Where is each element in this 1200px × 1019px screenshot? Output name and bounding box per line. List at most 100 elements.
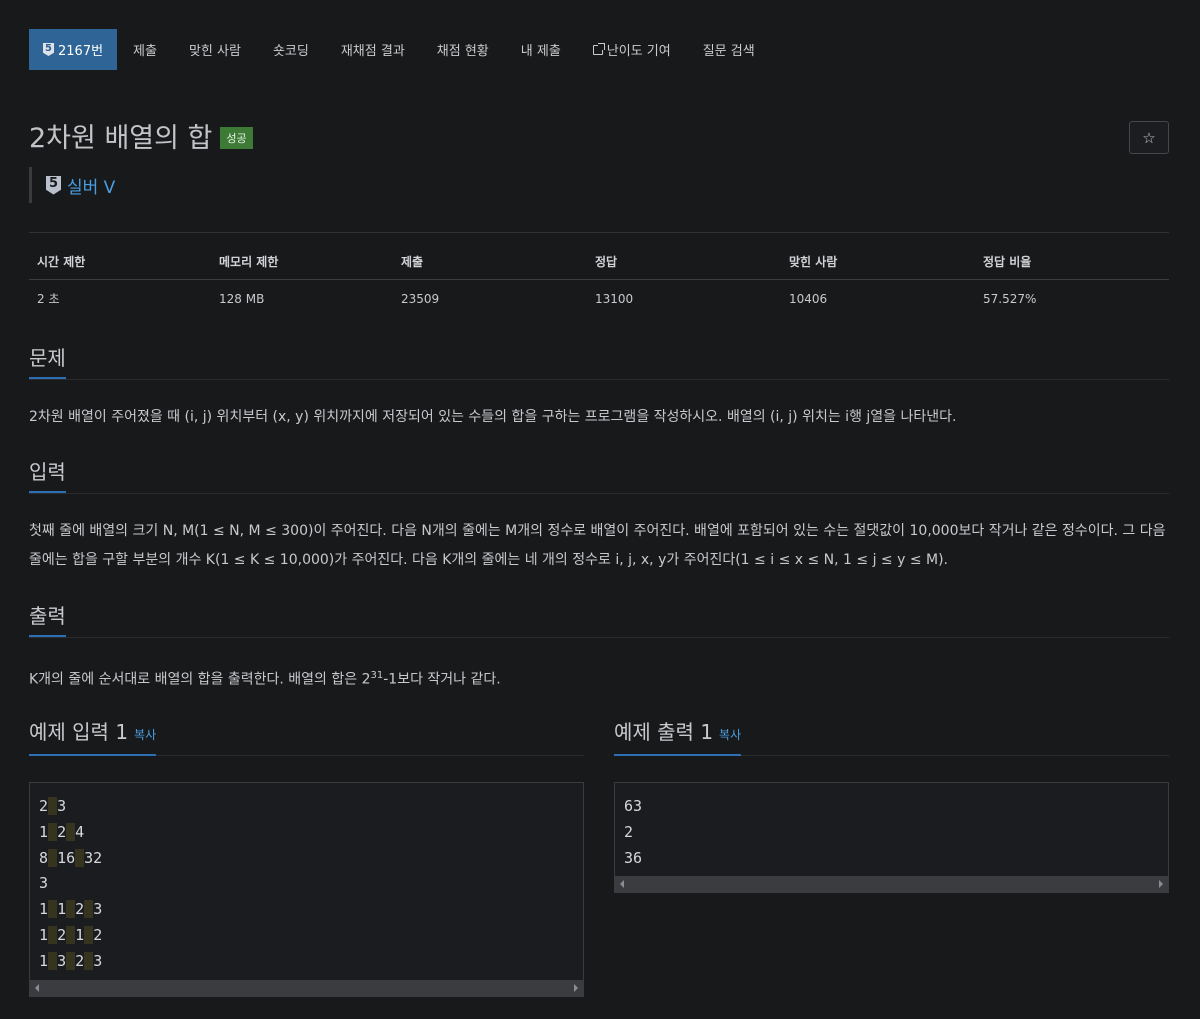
whitespace-marker bbox=[48, 848, 58, 867]
submissions-value: 23509 bbox=[401, 291, 440, 306]
code-token: 1 bbox=[75, 925, 85, 944]
tier-link[interactable]: 실버 V bbox=[67, 173, 115, 198]
star-button[interactable]: ☆ bbox=[1129, 121, 1169, 154]
table-row: 2 초 128 MB 23509 13100 10406 57.527% bbox=[29, 280, 1169, 308]
sample-output-lines: 63 2 36 bbox=[615, 783, 1168, 876]
accepted-value: 13100 bbox=[595, 291, 634, 306]
whitespace-marker bbox=[48, 822, 58, 841]
section-input: 입력 첫째 줄에 배열의 크기 N, M(1 ≤ N, M ≤ 300)이 주어… bbox=[29, 459, 1169, 575]
sample-output-title: 예제 출력 1 bbox=[614, 720, 714, 744]
accept-ratio-value: 57.527% bbox=[983, 291, 1037, 306]
sample-input-lines: 2 31 2 48 16 32 3 1 1 2 31 2 1 21 3 2 3 bbox=[30, 783, 583, 980]
sample-input-panel: 예제 입력 1 복사 2 31 2 48 16 32 3 1 1 2 31 2 1 2… bbox=[29, 719, 584, 997]
sample-input-head: 예제 입력 1 복사 bbox=[29, 719, 584, 756]
sample-input-title: 예제 입력 1 bbox=[29, 720, 129, 744]
code-token: 63 bbox=[624, 797, 643, 815]
code-token: 36 bbox=[624, 848, 643, 867]
code-line: 2 3 bbox=[39, 794, 574, 820]
code-token: 1 bbox=[57, 900, 67, 919]
problem-page: 5 2167번 제출 맞힌 사람 숏코딩 재채점 결과 채점 현황 내 제출 난… bbox=[29, 29, 1169, 997]
code-token: 8 bbox=[39, 848, 49, 867]
tab-rejudge-results[interactable]: 재채점 결과 bbox=[325, 29, 421, 70]
tab-judge-status[interactable]: 채점 현황 bbox=[421, 29, 505, 70]
tab-question-search[interactable]: 질문 검색 bbox=[687, 29, 771, 70]
tab-my-submissions[interactable]: 내 제출 bbox=[505, 29, 577, 70]
divider bbox=[29, 232, 1169, 233]
tier-row: 5 실버 V bbox=[29, 167, 1169, 203]
time-limit-value: 2 초 bbox=[37, 292, 60, 306]
tier-silver-icon: 5 bbox=[43, 43, 54, 56]
sample-input-heading: 예제 입력 1 복사 bbox=[29, 719, 157, 756]
tier-silver-icon: 5 bbox=[46, 175, 61, 195]
whitespace-marker bbox=[75, 848, 85, 867]
section-output-heading: 출력 bbox=[29, 603, 66, 637]
copy-output-button[interactable]: 복사 bbox=[719, 728, 741, 742]
code-line: 8 16 32 bbox=[39, 846, 574, 872]
header-time-limit: 시간 제한 bbox=[29, 251, 211, 280]
code-token: 3 bbox=[39, 874, 49, 893]
copy-input-button[interactable]: 복사 bbox=[134, 728, 156, 742]
scroll-left-icon[interactable] bbox=[620, 880, 624, 889]
header-accept-ratio: 정답 비율 bbox=[975, 251, 1169, 280]
scroll-right-icon[interactable] bbox=[1159, 880, 1163, 889]
code-line: 1 3 2 3 bbox=[39, 949, 574, 975]
section-description: 문제 2차원 배열이 주어졌을 때 (i, j) 위치부터 (x, y) 위치까… bbox=[29, 345, 1169, 432]
sample-input-code[interactable]: 2 31 2 48 16 32 3 1 1 2 31 2 1 21 3 2 3 bbox=[29, 782, 584, 997]
output-text-rest: -1보다 작거나 같다. bbox=[383, 671, 501, 688]
tab-solvers[interactable]: 맞힌 사람 bbox=[173, 29, 257, 70]
whitespace-marker bbox=[84, 925, 94, 944]
whitespace-marker bbox=[84, 951, 94, 970]
horizontal-scrollbar[interactable] bbox=[30, 979, 583, 996]
whitespace-marker bbox=[66, 951, 76, 970]
whitespace-marker bbox=[48, 925, 58, 944]
tab-problem-label: 2167번 bbox=[58, 44, 104, 59]
tab-submit[interactable]: 제출 bbox=[117, 29, 173, 70]
problem-nav: 5 2167번 제출 맞힌 사람 숏코딩 재채점 결과 채점 현황 내 제출 난… bbox=[29, 29, 1169, 70]
output-text-main: K개의 줄에 순서대로 배열의 합을 출력한다. 배열의 합은 2 bbox=[29, 671, 371, 688]
code-token: 3 bbox=[93, 951, 103, 970]
header-solvers: 맞힌 사람 bbox=[781, 251, 975, 280]
code-token: 1 bbox=[39, 951, 49, 970]
code-token: 3 bbox=[57, 951, 67, 970]
page-title: 2차원 배열의 합 bbox=[29, 122, 213, 154]
whitespace-marker bbox=[48, 797, 58, 815]
star-icon: ☆ bbox=[1142, 128, 1156, 147]
scroll-left-icon[interactable] bbox=[35, 983, 39, 992]
whitespace-marker bbox=[48, 951, 58, 970]
section-description-head: 문제 bbox=[29, 345, 1169, 380]
code-token: 2 bbox=[75, 900, 85, 919]
tab-problem[interactable]: 5 2167번 bbox=[29, 29, 118, 70]
section-input-head: 입력 bbox=[29, 459, 1169, 494]
description-text: 2차원 배열이 주어졌을 때 (i, j) 위치부터 (x, y) 위치까지에 … bbox=[29, 409, 957, 425]
code-token: 3 bbox=[93, 900, 103, 919]
whitespace-marker bbox=[66, 900, 76, 919]
sample-output-panel: 예제 출력 1 복사 63 2 36 bbox=[614, 719, 1169, 894]
code-line: 2 bbox=[624, 820, 1159, 846]
table-header-row: 시간 제한 메모리 제한 제출 정답 맞힌 사람 정답 비율 bbox=[29, 251, 1169, 280]
code-token: 32 bbox=[84, 848, 103, 867]
horizontal-scrollbar[interactable] bbox=[615, 876, 1168, 893]
external-link-icon bbox=[592, 42, 605, 55]
code-line: 1 2 4 bbox=[39, 820, 574, 846]
code-token: 1 bbox=[39, 822, 49, 841]
header-submissions: 제출 bbox=[393, 251, 587, 280]
memory-limit-value: 128 MB bbox=[219, 291, 265, 306]
sample-output-code[interactable]: 63 2 36 bbox=[614, 782, 1169, 894]
scroll-right-icon[interactable] bbox=[574, 983, 578, 992]
whitespace-marker bbox=[66, 925, 76, 944]
whitespace-marker bbox=[48, 900, 58, 919]
section-description-heading: 문제 bbox=[29, 345, 66, 379]
output-text: K개의 줄에 순서대로 배열의 합을 출력한다. 배열의 합은 231-1보다 … bbox=[29, 661, 1169, 695]
tab-short-coding[interactable]: 숏코딩 bbox=[257, 29, 325, 70]
header-accepted: 정답 bbox=[587, 251, 781, 280]
sample-output-heading: 예제 출력 1 복사 bbox=[614, 719, 742, 756]
whitespace-marker bbox=[84, 900, 94, 919]
code-line: 3 bbox=[39, 871, 574, 897]
section-input-heading: 입력 bbox=[29, 459, 66, 493]
code-token: 4 bbox=[75, 822, 85, 841]
code-line: 1 2 1 2 bbox=[39, 923, 574, 949]
code-token: 3 bbox=[57, 797, 67, 815]
code-line: 36 bbox=[624, 846, 1159, 872]
code-token: 2 bbox=[93, 925, 103, 944]
tab-difficulty-contribution[interactable]: 난이도 기여 bbox=[577, 29, 687, 70]
